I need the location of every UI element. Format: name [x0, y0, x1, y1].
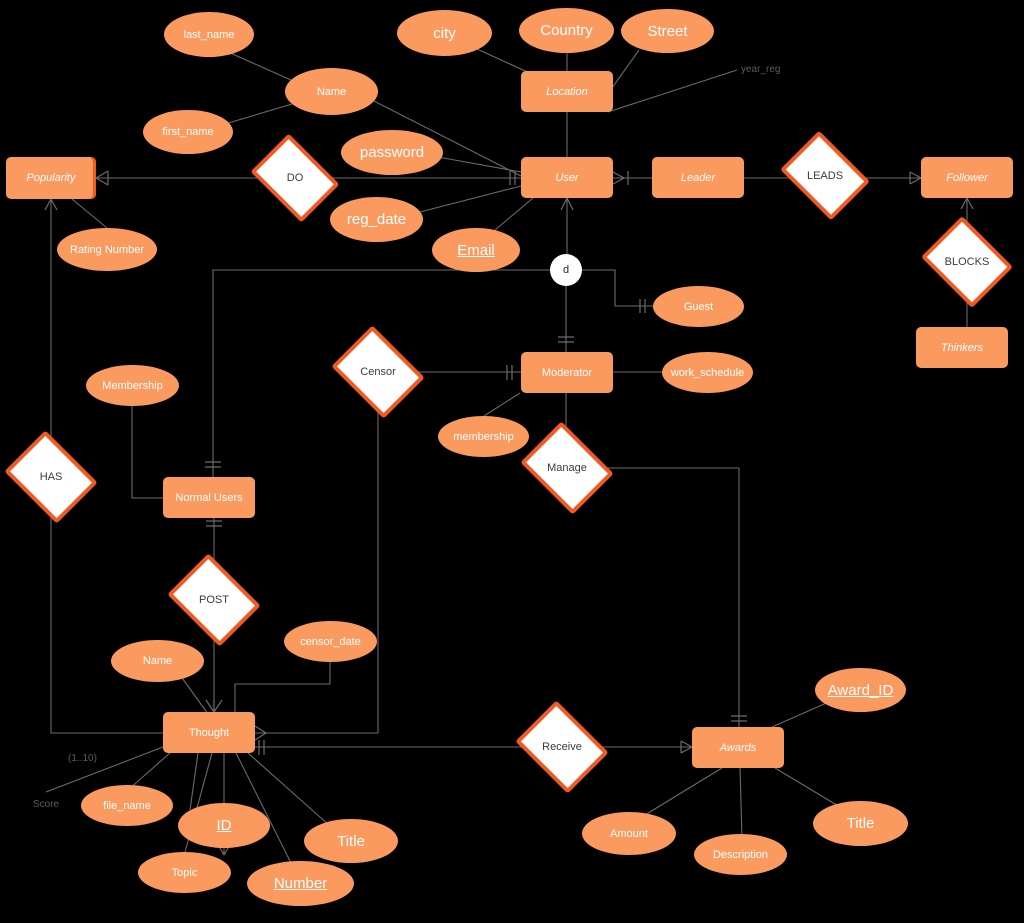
entity-thought[interactable]: Thought	[163, 712, 255, 753]
attribute-country[interactable]: Country	[519, 8, 614, 53]
relationship-receive[interactable]: Receive	[515, 700, 609, 794]
relationship-post-label: POST	[199, 594, 229, 606]
entity-follower[interactable]: Follower	[921, 157, 1013, 198]
entity-follower-label: Follower	[946, 171, 988, 184]
relationship-receive-label: Receive	[542, 741, 582, 753]
attribute-id[interactable]: ID	[178, 803, 270, 848]
attribute-city-label: city	[433, 24, 456, 42]
relationship-do[interactable]: DO	[250, 133, 340, 223]
attribute-award-id[interactable]: Award_ID	[815, 668, 906, 712]
relationship-censor-label: Censor	[360, 366, 396, 378]
attribute-name-user-label: Name	[316, 85, 347, 98]
attribute-amount[interactable]: Amount	[582, 812, 676, 855]
relationship-has[interactable]: HAS	[4, 430, 98, 524]
relationship-censor[interactable]: Censor	[331, 325, 425, 419]
label-cardinality-text: (1..10)	[68, 753, 97, 764]
attribute-street[interactable]: Street	[621, 9, 714, 53]
attribute-reg-date-label: reg_date	[346, 211, 407, 228]
attribute-work-schedule-label: work_schedule	[670, 366, 745, 379]
entity-thinkers[interactable]: Thinkers	[916, 327, 1008, 368]
attribute-title-thought[interactable]: Title	[304, 819, 398, 863]
attribute-name-thought-label: Name	[142, 655, 173, 667]
attribute-file-name-label: file_name	[103, 799, 151, 812]
attribute-censor-date-label: censor_date	[300, 635, 361, 648]
relationship-has-label: HAS	[39, 471, 63, 483]
label-score-text: Score	[33, 799, 60, 810]
attribute-country-label: Country	[540, 22, 593, 39]
relationship-post[interactable]: POST	[167, 553, 261, 647]
attribute-id-label: ID	[216, 817, 232, 834]
relationship-blocks[interactable]: BLOCKS	[921, 216, 1013, 308]
attribute-password-label: password	[359, 144, 425, 161]
attribute-censor-date[interactable]: censor_date	[284, 621, 377, 662]
attribute-file-name[interactable]: file_name	[81, 785, 173, 826]
entity-location-label: Location	[546, 85, 588, 98]
attribute-title-award[interactable]: Title	[813, 801, 908, 846]
entity-awards-label: Awards	[719, 741, 757, 754]
entity-leader[interactable]: Leader	[652, 157, 744, 198]
attribute-award-id-label: Award_ID	[827, 681, 894, 699]
attribute-email-label: Email	[457, 241, 495, 259]
relationship-leads[interactable]: LEADS	[780, 130, 870, 221]
attribute-description-label: Description	[712, 848, 769, 861]
entity-thought-label: Thought	[188, 726, 230, 739]
attribute-guest[interactable]: Guest	[653, 286, 744, 327]
entity-location[interactable]: Location	[521, 71, 613, 112]
attribute-number[interactable]: Number	[247, 861, 354, 906]
attribute-topic-label: Topic	[171, 866, 198, 879]
label-year-reg: year_reg	[741, 64, 780, 75]
attribute-street-label: Street	[647, 22, 688, 40]
attribute-rating-number-label: Rating Number	[70, 243, 144, 256]
disjoint-circle-user[interactable]: d	[550, 254, 582, 286]
attribute-title-thought-label: Title	[337, 832, 365, 850]
entity-user[interactable]: User	[521, 157, 613, 198]
entity-popularity[interactable]: Popularity	[6, 157, 96, 199]
label-score: Score	[33, 799, 59, 810]
entity-moderator-label: Moderator	[541, 366, 593, 379]
attribute-last-name-label: last_name	[183, 28, 235, 41]
entity-leader-label: Leader	[680, 171, 716, 184]
label-cardinality: (1..10)	[68, 753, 97, 764]
entity-awards[interactable]: Awards	[692, 727, 784, 768]
entity-normal-users[interactable]: Normal Users	[163, 477, 255, 518]
entity-normal-users-label: Normal Users	[175, 491, 243, 504]
attribute-rating-number[interactable]: Rating Number	[57, 228, 157, 271]
attribute-city[interactable]: city	[397, 10, 492, 56]
entity-user-label: User	[555, 171, 579, 184]
relationship-leads-label: LEADS	[806, 169, 844, 182]
relationship-do-label: DO	[286, 172, 304, 184]
attribute-membership[interactable]: Membership	[86, 365, 179, 406]
attribute-name-thought[interactable]: Name	[111, 640, 204, 682]
attribute-last-name[interactable]: last_name	[164, 12, 254, 57]
attribute-number-label: Number	[273, 875, 328, 892]
attribute-first-name[interactable]: first_name	[143, 110, 233, 154]
disjoint-circle-label: d	[562, 264, 570, 276]
attribute-reg-date[interactable]: reg_date	[330, 197, 423, 242]
attribute-description[interactable]: Description	[694, 834, 787, 875]
entity-popularity-label: Popularity	[26, 172, 76, 184]
attribute-work-schedule[interactable]: work_schedule	[662, 352, 753, 393]
attribute-title-award-label: Title	[846, 815, 875, 832]
attribute-name-user[interactable]: Name	[285, 68, 378, 115]
er-diagram-canvas: .ln { stroke:#6b6b6b; stroke-width:1.1; …	[0, 0, 1024, 923]
attribute-password[interactable]: password	[341, 130, 443, 175]
label-year-reg-text: year_reg	[741, 64, 781, 75]
attribute-membership-moderator-label: membership	[453, 430, 514, 443]
relationship-manage-label: Manage	[547, 462, 587, 474]
attribute-amount-label: Amount	[610, 827, 648, 840]
attribute-membership-moderator[interactable]: membership	[438, 416, 529, 457]
relationship-blocks-label: BLOCKS	[944, 256, 990, 268]
attribute-email[interactable]: Email	[432, 228, 520, 272]
attribute-topic[interactable]: Topic	[138, 852, 231, 893]
entity-moderator[interactable]: Moderator	[521, 352, 613, 393]
entity-thinkers-label: Thinkers	[940, 341, 984, 354]
attribute-membership-label: Membership	[102, 379, 163, 392]
attribute-guest-label: Guest	[683, 300, 714, 313]
attribute-first-name-label: first_name	[162, 126, 214, 138]
relationship-manage[interactable]: Manage	[520, 421, 614, 515]
